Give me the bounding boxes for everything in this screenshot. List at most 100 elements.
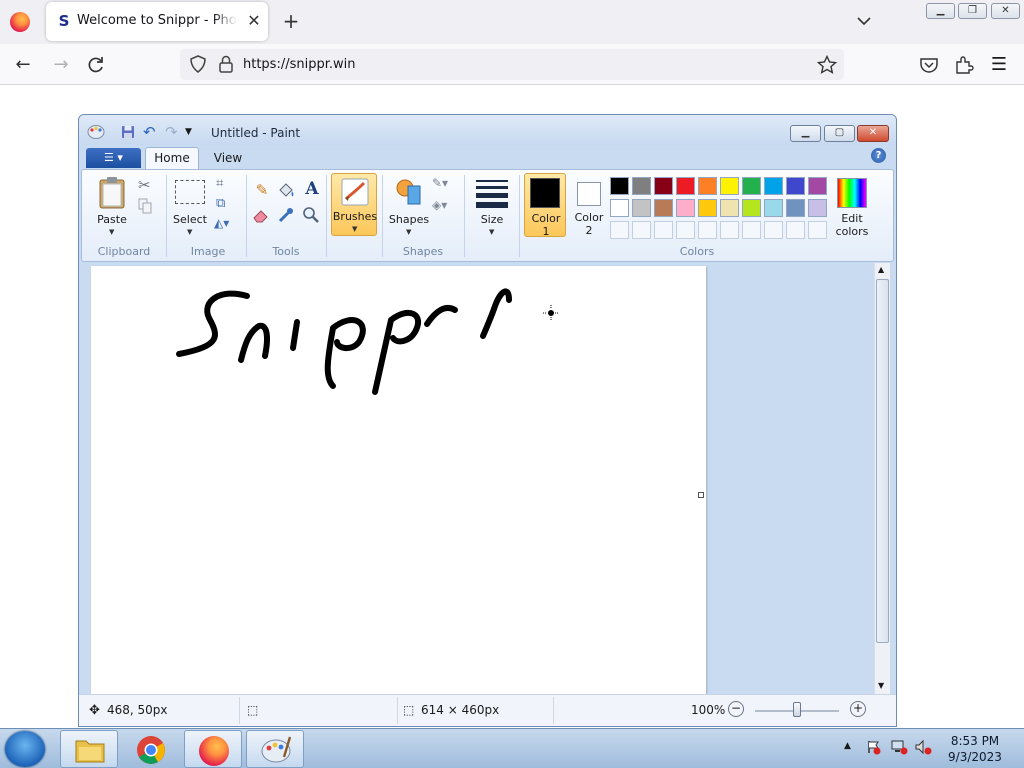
back-arrow-icon[interactable]: ← (12, 54, 34, 76)
palette-swatch-empty[interactable] (720, 221, 739, 239)
window-close-button[interactable]: ✕ (991, 3, 1020, 19)
quick-save-icon[interactable] (121, 125, 135, 139)
palette-swatch[interactable] (786, 177, 805, 195)
shapes-button[interactable]: Shapes ▼ (387, 174, 431, 238)
palette-swatch[interactable] (786, 199, 805, 217)
network-icon[interactable] (890, 739, 908, 755)
palette-swatch[interactable] (610, 177, 629, 195)
zoom-in-icon[interactable]: + (850, 701, 866, 717)
taskbar-file-explorer[interactable] (60, 730, 118, 768)
palette-swatch[interactable] (698, 199, 717, 217)
cut-icon[interactable]: ✂ (138, 176, 151, 194)
paint-file-menu-button[interactable]: ☰ ▾ (86, 148, 141, 168)
palette-swatch-empty[interactable] (698, 221, 717, 239)
palette-swatch[interactable] (808, 199, 827, 217)
clock-time[interactable]: 8:53 PM (940, 734, 1010, 748)
forward-arrow-icon[interactable]: → (50, 54, 72, 76)
pencil-icon[interactable]: ✎ (251, 181, 273, 201)
tab-view[interactable]: View (207, 148, 249, 169)
palette-swatch-empty[interactable] (676, 221, 695, 239)
palette-swatch[interactable] (720, 199, 739, 217)
palette-swatch[interactable] (654, 177, 673, 195)
palette-swatch[interactable] (632, 199, 651, 217)
address-bar[interactable]: https://snippr.win (180, 49, 844, 80)
tab-home[interactable]: Home (145, 147, 199, 169)
zoom-slider-thumb[interactable] (793, 702, 801, 717)
quick-redo-icon[interactable]: ↷ (165, 124, 181, 140)
edit-colors-button[interactable]: Edit colors (832, 174, 872, 238)
drawing-canvas[interactable] (91, 266, 706, 696)
reload-icon[interactable] (85, 54, 107, 76)
fill-bucket-icon[interactable] (276, 181, 298, 201)
lock-icon[interactable] (218, 54, 234, 74)
palette-swatch[interactable] (676, 177, 695, 195)
help-icon[interactable]: ? (871, 148, 886, 163)
color1-button[interactable]: Color 1 (524, 173, 566, 238)
paint-close-button[interactable]: ✕ (857, 125, 889, 142)
palette-swatch[interactable] (808, 177, 827, 195)
extensions-puzzle-icon[interactable] (953, 54, 975, 76)
text-tool-icon[interactable]: A (301, 179, 323, 201)
palette-swatch[interactable] (742, 177, 761, 195)
canvas-vertical-scrollbar[interactable]: ▲ ▼ (874, 263, 890, 694)
brushes-button[interactable]: Brushes ▼ (331, 173, 377, 236)
palette-swatch-empty[interactable] (786, 221, 805, 239)
start-orb-icon[interactable] (5, 731, 45, 767)
paint-minimize-button[interactable]: ▁ (790, 125, 821, 142)
window-minimize-button[interactable]: ▁ (926, 3, 955, 19)
palette-swatch[interactable] (676, 199, 695, 217)
taskbar-chrome[interactable] (122, 730, 180, 768)
palette-swatch-empty[interactable] (764, 221, 783, 239)
tab-close-icon[interactable]: ✕ (243, 10, 265, 32)
magnifier-icon[interactable] (301, 205, 323, 225)
palette-swatch[interactable] (632, 177, 651, 195)
bookmark-star-icon[interactable] (816, 54, 838, 76)
window-restore-button[interactable]: ❐ (958, 3, 987, 19)
palette-swatch[interactable] (654, 199, 673, 217)
new-tab-icon[interactable]: + (279, 9, 303, 33)
clock-date[interactable]: 9/3/2023 (940, 750, 1010, 764)
copy-icon[interactable] (138, 198, 152, 214)
palette-swatch-empty[interactable] (808, 221, 827, 239)
color2-button[interactable]: Color 2 (568, 174, 610, 238)
outline-icon[interactable]: ✎▾ (432, 176, 448, 190)
tracking-shield-icon[interactable] (188, 54, 208, 74)
palette-swatch[interactable] (764, 199, 783, 217)
browser-tab-active[interactable]: S Welcome to Snippr - Photo Sharing ✕ (46, 2, 268, 41)
quick-undo-icon[interactable]: ↶ (143, 124, 159, 140)
canvas-resize-handle[interactable] (698, 492, 704, 498)
palette-swatch[interactable] (742, 199, 761, 217)
volume-muted-icon[interactable] (914, 739, 932, 755)
hamburger-menu-icon[interactable]: ☰ (988, 54, 1010, 76)
scroll-down-icon[interactable]: ▼ (878, 681, 884, 690)
palette-swatch-empty[interactable] (742, 221, 761, 239)
pocket-icon[interactable] (918, 54, 940, 76)
firefox-view-icon[interactable] (10, 12, 30, 32)
taskbar-paint[interactable] (246, 730, 304, 768)
zoom-out-icon[interactable]: − (728, 701, 744, 717)
show-hidden-icons-icon[interactable]: ▲ (844, 741, 851, 751)
color-picker-icon[interactable] (276, 205, 298, 225)
palette-swatch[interactable] (698, 177, 717, 195)
palette-swatch-empty[interactable] (654, 221, 673, 239)
palette-swatch[interactable] (720, 177, 739, 195)
taskbar-firefox[interactable] (184, 730, 242, 768)
palette-swatch-empty[interactable] (610, 221, 629, 239)
size-button[interactable]: Size ▼ (470, 174, 514, 238)
crop-icon[interactable]: ⌗ (216, 176, 223, 191)
resize-icon[interactable]: ⧉ (216, 196, 225, 211)
eraser-icon[interactable] (251, 205, 273, 225)
list-all-tabs-icon[interactable] (852, 12, 876, 32)
paint-app-icon[interactable] (87, 124, 105, 140)
scrollbar-thumb[interactable] (876, 279, 889, 643)
select-button[interactable]: Select ▼ (170, 174, 210, 240)
paste-button[interactable]: Paste ▼ (92, 174, 132, 240)
palette-swatch-empty[interactable] (632, 221, 651, 239)
scroll-up-icon[interactable]: ▲ (878, 265, 884, 274)
palette-swatch[interactable] (764, 177, 783, 195)
paint-maximize-button[interactable]: ▢ (824, 125, 855, 142)
fill-icon[interactable]: ◈▾ (432, 198, 447, 212)
action-center-icon[interactable] (866, 739, 882, 755)
palette-swatch[interactable] (610, 199, 629, 217)
quick-access-dropdown-icon[interactable]: ▼ (185, 125, 197, 139)
